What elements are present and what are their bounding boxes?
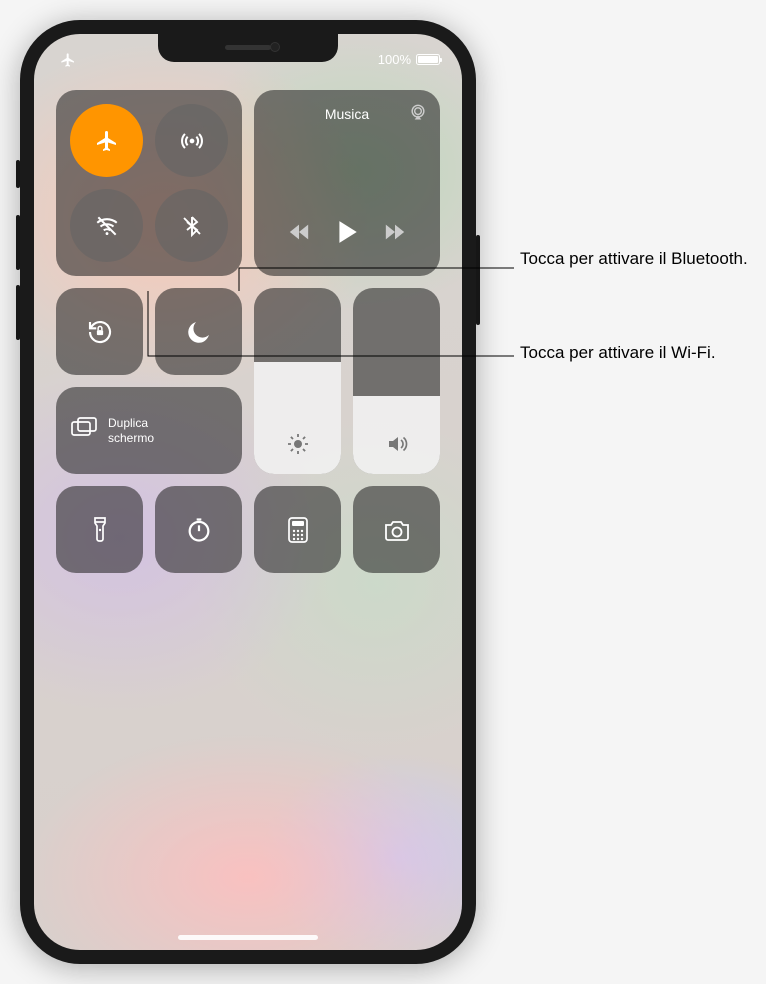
control-center: Musica — [56, 90, 440, 585]
bluetooth-toggle[interactable] — [155, 189, 228, 262]
music-title: Musica — [254, 106, 440, 122]
screen-mirroring-icon — [70, 416, 98, 445]
callout-wifi: Tocca per attivare il Wi-Fi. — [520, 342, 716, 365]
screen-mirroring-label: Duplica schermo — [108, 416, 154, 446]
brightness-icon — [286, 432, 310, 456]
airplane-mode-toggle[interactable] — [70, 104, 143, 177]
iphone-frame: 100% — [20, 20, 476, 964]
status-airplane-indicator — [60, 52, 76, 73]
rewind-button[interactable] — [288, 223, 310, 246]
callout-bluetooth: Tocca per attivare il Bluetooth. — [520, 248, 748, 271]
notch — [158, 34, 338, 62]
battery-percentage: 100% — [378, 52, 411, 67]
cellular-data-toggle[interactable] — [155, 104, 228, 177]
screen: 100% — [34, 34, 462, 950]
music-module[interactable]: Musica — [254, 90, 440, 276]
connectivity-module[interactable] — [56, 90, 242, 276]
flashlight-button[interactable] — [56, 486, 143, 573]
volume-icon — [385, 432, 409, 456]
camera-button[interactable] — [353, 486, 440, 573]
do-not-disturb-toggle[interactable] — [155, 288, 242, 375]
timer-button[interactable] — [155, 486, 242, 573]
calculator-button[interactable] — [254, 486, 341, 573]
home-indicator[interactable] — [178, 935, 318, 940]
orientation-lock-toggle[interactable] — [56, 288, 143, 375]
play-button[interactable] — [336, 219, 358, 250]
brightness-slider[interactable] — [254, 288, 341, 474]
screen-mirroring-button[interactable]: Duplica schermo — [56, 387, 242, 474]
wifi-toggle[interactable] — [70, 189, 143, 262]
battery-icon — [416, 54, 440, 65]
forward-button[interactable] — [384, 223, 406, 246]
volume-slider[interactable] — [353, 288, 440, 474]
